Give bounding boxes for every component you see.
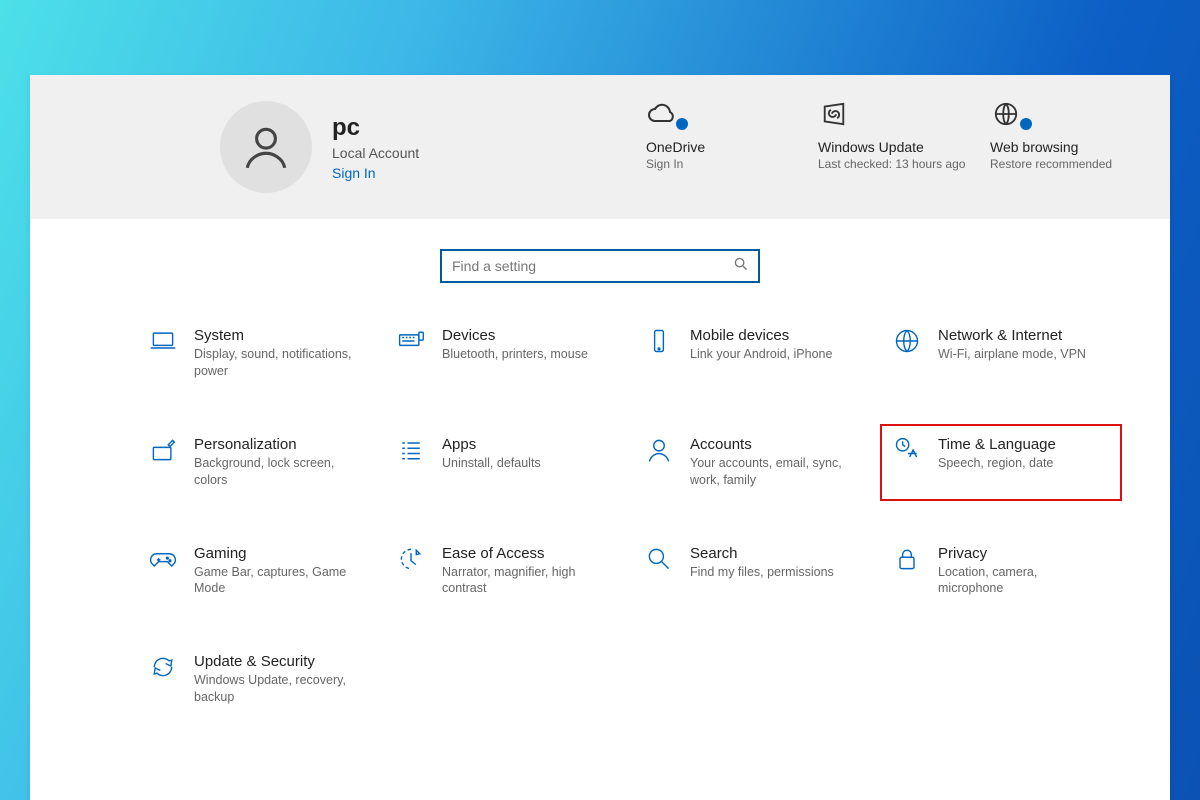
category-desc: Windows Update, recovery, backup	[194, 672, 354, 706]
category-desc: Narrator, magnifier, high contrast	[442, 564, 602, 598]
category-update-security[interactable]: Update & Security Windows Update, recover…	[138, 647, 376, 712]
lock-icon	[890, 545, 924, 573]
windows-update-tile[interactable]: Windows Update Last checked: 13 hours ag…	[818, 101, 968, 173]
category-title: Devices	[442, 327, 588, 344]
time-language-icon	[890, 436, 924, 464]
user-block[interactable]: pc Local Account Sign In	[220, 101, 419, 193]
search-row	[30, 219, 1170, 311]
settings-header: pc Local Account Sign In OneDrive Sign I…	[30, 75, 1170, 219]
category-network[interactable]: Network & Internet Wi-Fi, airplane mode, …	[882, 321, 1120, 386]
settings-window: pc Local Account Sign In OneDrive Sign I…	[30, 75, 1170, 800]
category-desc: Uninstall, defaults	[442, 455, 541, 472]
web-sub: Restore recommended	[990, 157, 1140, 173]
web-browsing-tile[interactable]: Web browsing Restore recommended	[990, 101, 1140, 173]
category-desc: Link your Android, iPhone	[690, 346, 832, 363]
search-icon	[642, 545, 676, 573]
person-icon	[642, 436, 676, 464]
globe-icon	[990, 101, 1030, 129]
category-desc: Find my files, permissions	[690, 564, 834, 581]
category-title: Gaming	[194, 545, 354, 562]
category-title: Mobile devices	[690, 327, 832, 344]
accessibility-icon	[394, 545, 428, 573]
search-box[interactable]	[440, 249, 760, 283]
onedrive-sub: Sign In	[646, 157, 796, 173]
user-account-type: Local Account	[332, 145, 419, 161]
category-title: Network & Internet	[938, 327, 1086, 344]
category-desc: Game Bar, captures, Game Mode	[194, 564, 354, 598]
update-title: Windows Update	[818, 139, 968, 155]
globe-icon	[890, 327, 924, 355]
category-accounts[interactable]: Accounts Your accounts, email, sync, work…	[634, 430, 872, 495]
keyboard-icon	[394, 327, 428, 355]
category-title: Search	[690, 545, 834, 562]
category-search[interactable]: Search Find my files, permissions	[634, 539, 872, 604]
category-title: Privacy	[938, 545, 1098, 562]
category-desc: Bluetooth, printers, mouse	[442, 346, 588, 363]
web-title: Web browsing	[990, 139, 1140, 155]
category-title: Ease of Access	[442, 545, 602, 562]
category-devices[interactable]: Devices Bluetooth, printers, mouse	[386, 321, 624, 386]
update-sub: Last checked: 13 hours ago	[818, 157, 968, 173]
phone-icon	[642, 327, 676, 355]
user-name: pc	[332, 114, 419, 142]
onedrive-title: OneDrive	[646, 139, 796, 155]
categories-grid: System Display, sound, notifications, pow…	[30, 311, 1170, 712]
category-privacy[interactable]: Privacy Location, camera, microphone	[882, 539, 1120, 604]
category-ease-of-access[interactable]: Ease of Access Narrator, magnifier, high …	[386, 539, 624, 604]
laptop-icon	[146, 327, 180, 355]
category-title: Apps	[442, 436, 541, 453]
category-personalization[interactable]: Personalization Background, lock screen, …	[138, 430, 376, 495]
category-apps[interactable]: Apps Uninstall, defaults	[386, 430, 624, 495]
status-dot-icon	[1020, 118, 1032, 130]
category-desc: Background, lock screen, colors	[194, 455, 354, 489]
category-desc: Display, sound, notifications, power	[194, 346, 354, 380]
search-icon	[734, 257, 748, 276]
paint-icon	[146, 436, 180, 464]
gamepad-icon	[146, 545, 180, 573]
category-desc: Speech, region, date	[938, 455, 1056, 472]
category-title: Update & Security	[194, 653, 354, 670]
user-text: pc Local Account Sign In	[332, 114, 419, 181]
category-time-language[interactable]: Time & Language Speech, region, date	[880, 424, 1122, 501]
category-desc: Wi-Fi, airplane mode, VPN	[938, 346, 1086, 363]
cloud-icon	[646, 101, 686, 129]
category-desc: Your accounts, email, sync, work, family	[690, 455, 850, 489]
list-icon	[394, 436, 428, 464]
sign-in-link[interactable]: Sign In	[332, 165, 419, 181]
category-title: System	[194, 327, 354, 344]
category-title: Accounts	[690, 436, 850, 453]
sync-icon	[146, 653, 180, 681]
category-system[interactable]: System Display, sound, notifications, pow…	[138, 321, 376, 386]
category-title: Time & Language	[938, 436, 1056, 453]
onedrive-tile[interactable]: OneDrive Sign In	[646, 101, 796, 173]
category-title: Personalization	[194, 436, 354, 453]
avatar-icon	[220, 101, 312, 193]
category-mobile[interactable]: Mobile devices Link your Android, iPhone	[634, 321, 872, 386]
category-desc: Location, camera, microphone	[938, 564, 1098, 598]
status-dot-icon	[676, 118, 688, 130]
update-icon	[818, 101, 858, 129]
category-gaming[interactable]: Gaming Game Bar, captures, Game Mode	[138, 539, 376, 604]
search-input[interactable]	[452, 258, 734, 274]
